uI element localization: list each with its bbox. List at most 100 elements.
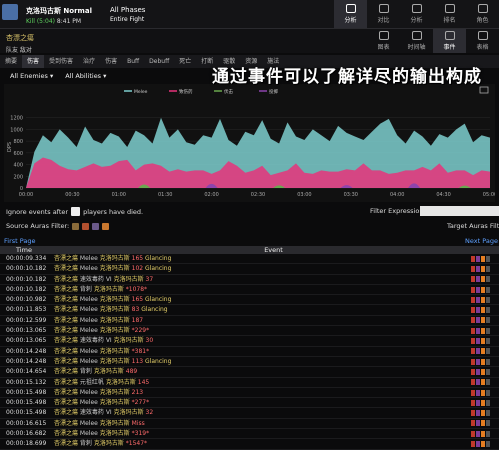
- table-row[interactable]: 00:00:16.615 杏漂之瘍 Melee 克洛玛古斯 Miss: [0, 419, 499, 430]
- y-tick-label: 1200: [10, 116, 23, 122]
- legend-label: Melee: [134, 89, 148, 95]
- tab-timeline[interactable]: 时间轴: [400, 29, 433, 53]
- clock-icon: [411, 31, 422, 40]
- status-icon: [481, 440, 485, 447]
- legend-label: 投掷: [269, 88, 278, 95]
- aura-icon[interactable]: [102, 222, 110, 230]
- abilities-filter[interactable]: All Abilities ▾: [65, 72, 106, 80]
- legend-label: 伏击: [224, 88, 233, 95]
- event-time: 00:00:09.334: [6, 255, 47, 262]
- enemies-filter[interactable]: All Enemies ▾: [10, 72, 53, 80]
- table-row[interactable]: 00:00:15.132 杏漂之瘍 元祖红帆 克洛玛古斯 145: [0, 378, 499, 388]
- table-row[interactable]: 00:00:18.699 杏漂之瘍 背刺 克洛玛古斯 *1547*: [0, 439, 499, 450]
- player-selector[interactable]: 杏漂之瘍 队友 敌对: [6, 33, 34, 54]
- nav-deaths[interactable]: 死亡: [174, 55, 196, 68]
- ignore-option: Ignore events after players have died.: [6, 207, 143, 216]
- table-row[interactable]: 00:00:10.182 杏漂之瘍 速效毒药 VI 克洛玛古斯 37: [0, 275, 499, 285]
- status-icon: [486, 389, 490, 396]
- tab-charts[interactable]: 图表: [367, 29, 400, 53]
- status-icon: [471, 296, 475, 303]
- top-tabs: 分析 对比 分析 排名 角色: [334, 0, 499, 28]
- tab-table[interactable]: 表格: [466, 29, 499, 53]
- table-row[interactable]: 00:00:10.182 杏漂之瘍 Melee 克洛玛古斯 102 Glancin…: [0, 264, 499, 275]
- nav-healing[interactable]: 治疗: [78, 55, 100, 68]
- status-icon: [476, 296, 480, 303]
- status-icon: [476, 338, 480, 345]
- event-text: 杏漂之瘍 速效毒药 VI 克洛玛古斯 37: [54, 275, 154, 283]
- table-row[interactable]: 00:00:14.248 杏漂之瘍 Melee 克洛玛古斯 113 Glancin…: [0, 357, 499, 368]
- target-auras-label: Target Auras Filter: [447, 222, 499, 230]
- aura-icon[interactable]: [92, 222, 100, 230]
- list-icon: [444, 31, 455, 40]
- tab-compare[interactable]: 对比: [367, 0, 400, 28]
- chart-menu-icon[interactable]: [479, 86, 489, 94]
- fight-selector[interactable]: 克洛玛古斯 Normal Kill (5:04) 8:41 PM: [26, 6, 92, 25]
- event-text: 杏漂之瘍 Melee 克洛玛古斯 165 Glancing: [54, 296, 172, 304]
- status-icon: [486, 338, 490, 345]
- nav-damage-taken[interactable]: 受到伤害: [44, 55, 78, 68]
- player-team: 队友 敌对: [6, 47, 32, 54]
- nav-damage[interactable]: 伤害: [100, 55, 122, 68]
- y-tick-label: 600: [13, 151, 23, 157]
- event-time: 00:00:10.182: [6, 275, 47, 283]
- tab-analysis[interactable]: 分析: [334, 0, 367, 28]
- nav-buffs[interactable]: Buff: [122, 55, 144, 68]
- status-icon: [486, 368, 490, 375]
- y-tick-label: 200: [13, 174, 23, 180]
- status-icon: [486, 307, 490, 314]
- status-icon: [481, 368, 485, 375]
- table-row[interactable]: 00:00:13.065 杏漂之瘍 Melee 克洛玛古斯 *229*: [0, 326, 499, 337]
- nav-debuffs[interactable]: Debuff: [144, 55, 174, 68]
- status-icon: [486, 286, 490, 293]
- event-text: 杏漂之瘍 Melee 克洛玛古斯 *381*: [54, 347, 150, 355]
- tab-character[interactable]: 角色: [466, 0, 499, 28]
- legend-label: 致伤药: [179, 88, 193, 95]
- status-icon: [476, 420, 480, 427]
- table-row[interactable]: 00:00:15.498 杏漂之瘍 Melee 克洛玛古斯 *277*: [0, 398, 499, 409]
- first-page-link[interactable]: First Page: [4, 237, 35, 245]
- app-logo[interactable]: [2, 4, 18, 20]
- row-icons: [471, 367, 499, 376]
- table-row[interactable]: 00:00:15.498 杏漂之瘍 Melee 克洛玛古斯 213: [0, 388, 499, 399]
- event-text: 杏漂之瘍 Melee 克洛玛古斯 165 Glancing: [54, 255, 172, 262]
- table-row[interactable]: 00:00:10.182 杏漂之瘍 背刺 克洛玛古斯 *1078*: [0, 285, 499, 296]
- tab-rankings[interactable]: 排名: [433, 0, 466, 28]
- tab-events[interactable]: 事件: [433, 29, 466, 53]
- event-text: 杏漂之瘍 Melee 克洛玛古斯 102 Glancing: [54, 265, 172, 273]
- aura-icon[interactable]: [72, 222, 80, 230]
- status-icon: [486, 317, 490, 324]
- status-icon: [481, 358, 485, 365]
- event-time: 00:00:15.498: [6, 409, 47, 417]
- status-icon: [471, 327, 475, 334]
- died-label: players have died.: [83, 207, 144, 216]
- table-row[interactable]: 00:00:13.065 杏漂之瘍 速效毒药 VI 克洛玛古斯 30: [0, 336, 499, 347]
- row-icons: [471, 254, 499, 263]
- row-icons: [471, 429, 499, 438]
- status-icon: [486, 327, 490, 334]
- x-tick-label: 01:00: [112, 192, 126, 198]
- filter-expression-input[interactable]: [420, 206, 499, 216]
- table-row[interactable]: 00:00:15.498 杏漂之瘍 速效毒药 VI 克洛玛古斯 32: [0, 408, 499, 419]
- x-tick-label: 00:00: [19, 192, 33, 198]
- row-icons: [471, 326, 499, 335]
- table-row[interactable]: 00:00:12.599 杏漂之瘍 Melee 克洛玛古斯 187: [0, 316, 499, 327]
- status-icon: [471, 410, 475, 417]
- status-icon: [476, 379, 480, 386]
- phase-selector[interactable]: All Phases Entire Fight: [110, 6, 145, 23]
- table-row[interactable]: 00:00:09.334 杏漂之瘍 Melee 克洛玛古斯 165 Glancin…: [0, 254, 499, 265]
- nav-summary[interactable]: 摘要: [0, 55, 22, 68]
- table-row[interactable]: 00:00:10.982 杏漂之瘍 Melee 克洛玛古斯 165 Glancin…: [0, 295, 499, 306]
- table-row[interactable]: 00:00:11.853 杏漂之瘍 Melee 克洛玛古斯 83 Glancing: [0, 305, 499, 316]
- table-row[interactable]: 00:00:14.654 杏漂之瘍 背刺 克洛玛古斯 489: [0, 367, 499, 378]
- tab-analyze[interactable]: 分析: [400, 0, 433, 28]
- overlay-caption: 通过事件可以了解详尽的输出构成: [212, 67, 482, 87]
- table-row[interactable]: 00:00:14.248 杏漂之瘍 Melee 克洛玛古斯 *381*: [0, 347, 499, 357]
- event-text: 杏漂之瘍 元祖红帆 克洛玛古斯 145: [54, 378, 150, 386]
- nav-damage-done[interactable]: 伤害: [22, 55, 45, 68]
- x-tick-label: 03:00: [297, 192, 311, 198]
- status-icon: [486, 420, 490, 427]
- aura-icon[interactable]: [82, 222, 90, 230]
- x-tick-label: 01:30: [158, 192, 172, 198]
- table-row[interactable]: 00:00:16.682 杏漂之瘍 Melee 克洛玛古斯 *319*: [0, 429, 499, 440]
- ignore-count-input[interactable]: [71, 207, 81, 216]
